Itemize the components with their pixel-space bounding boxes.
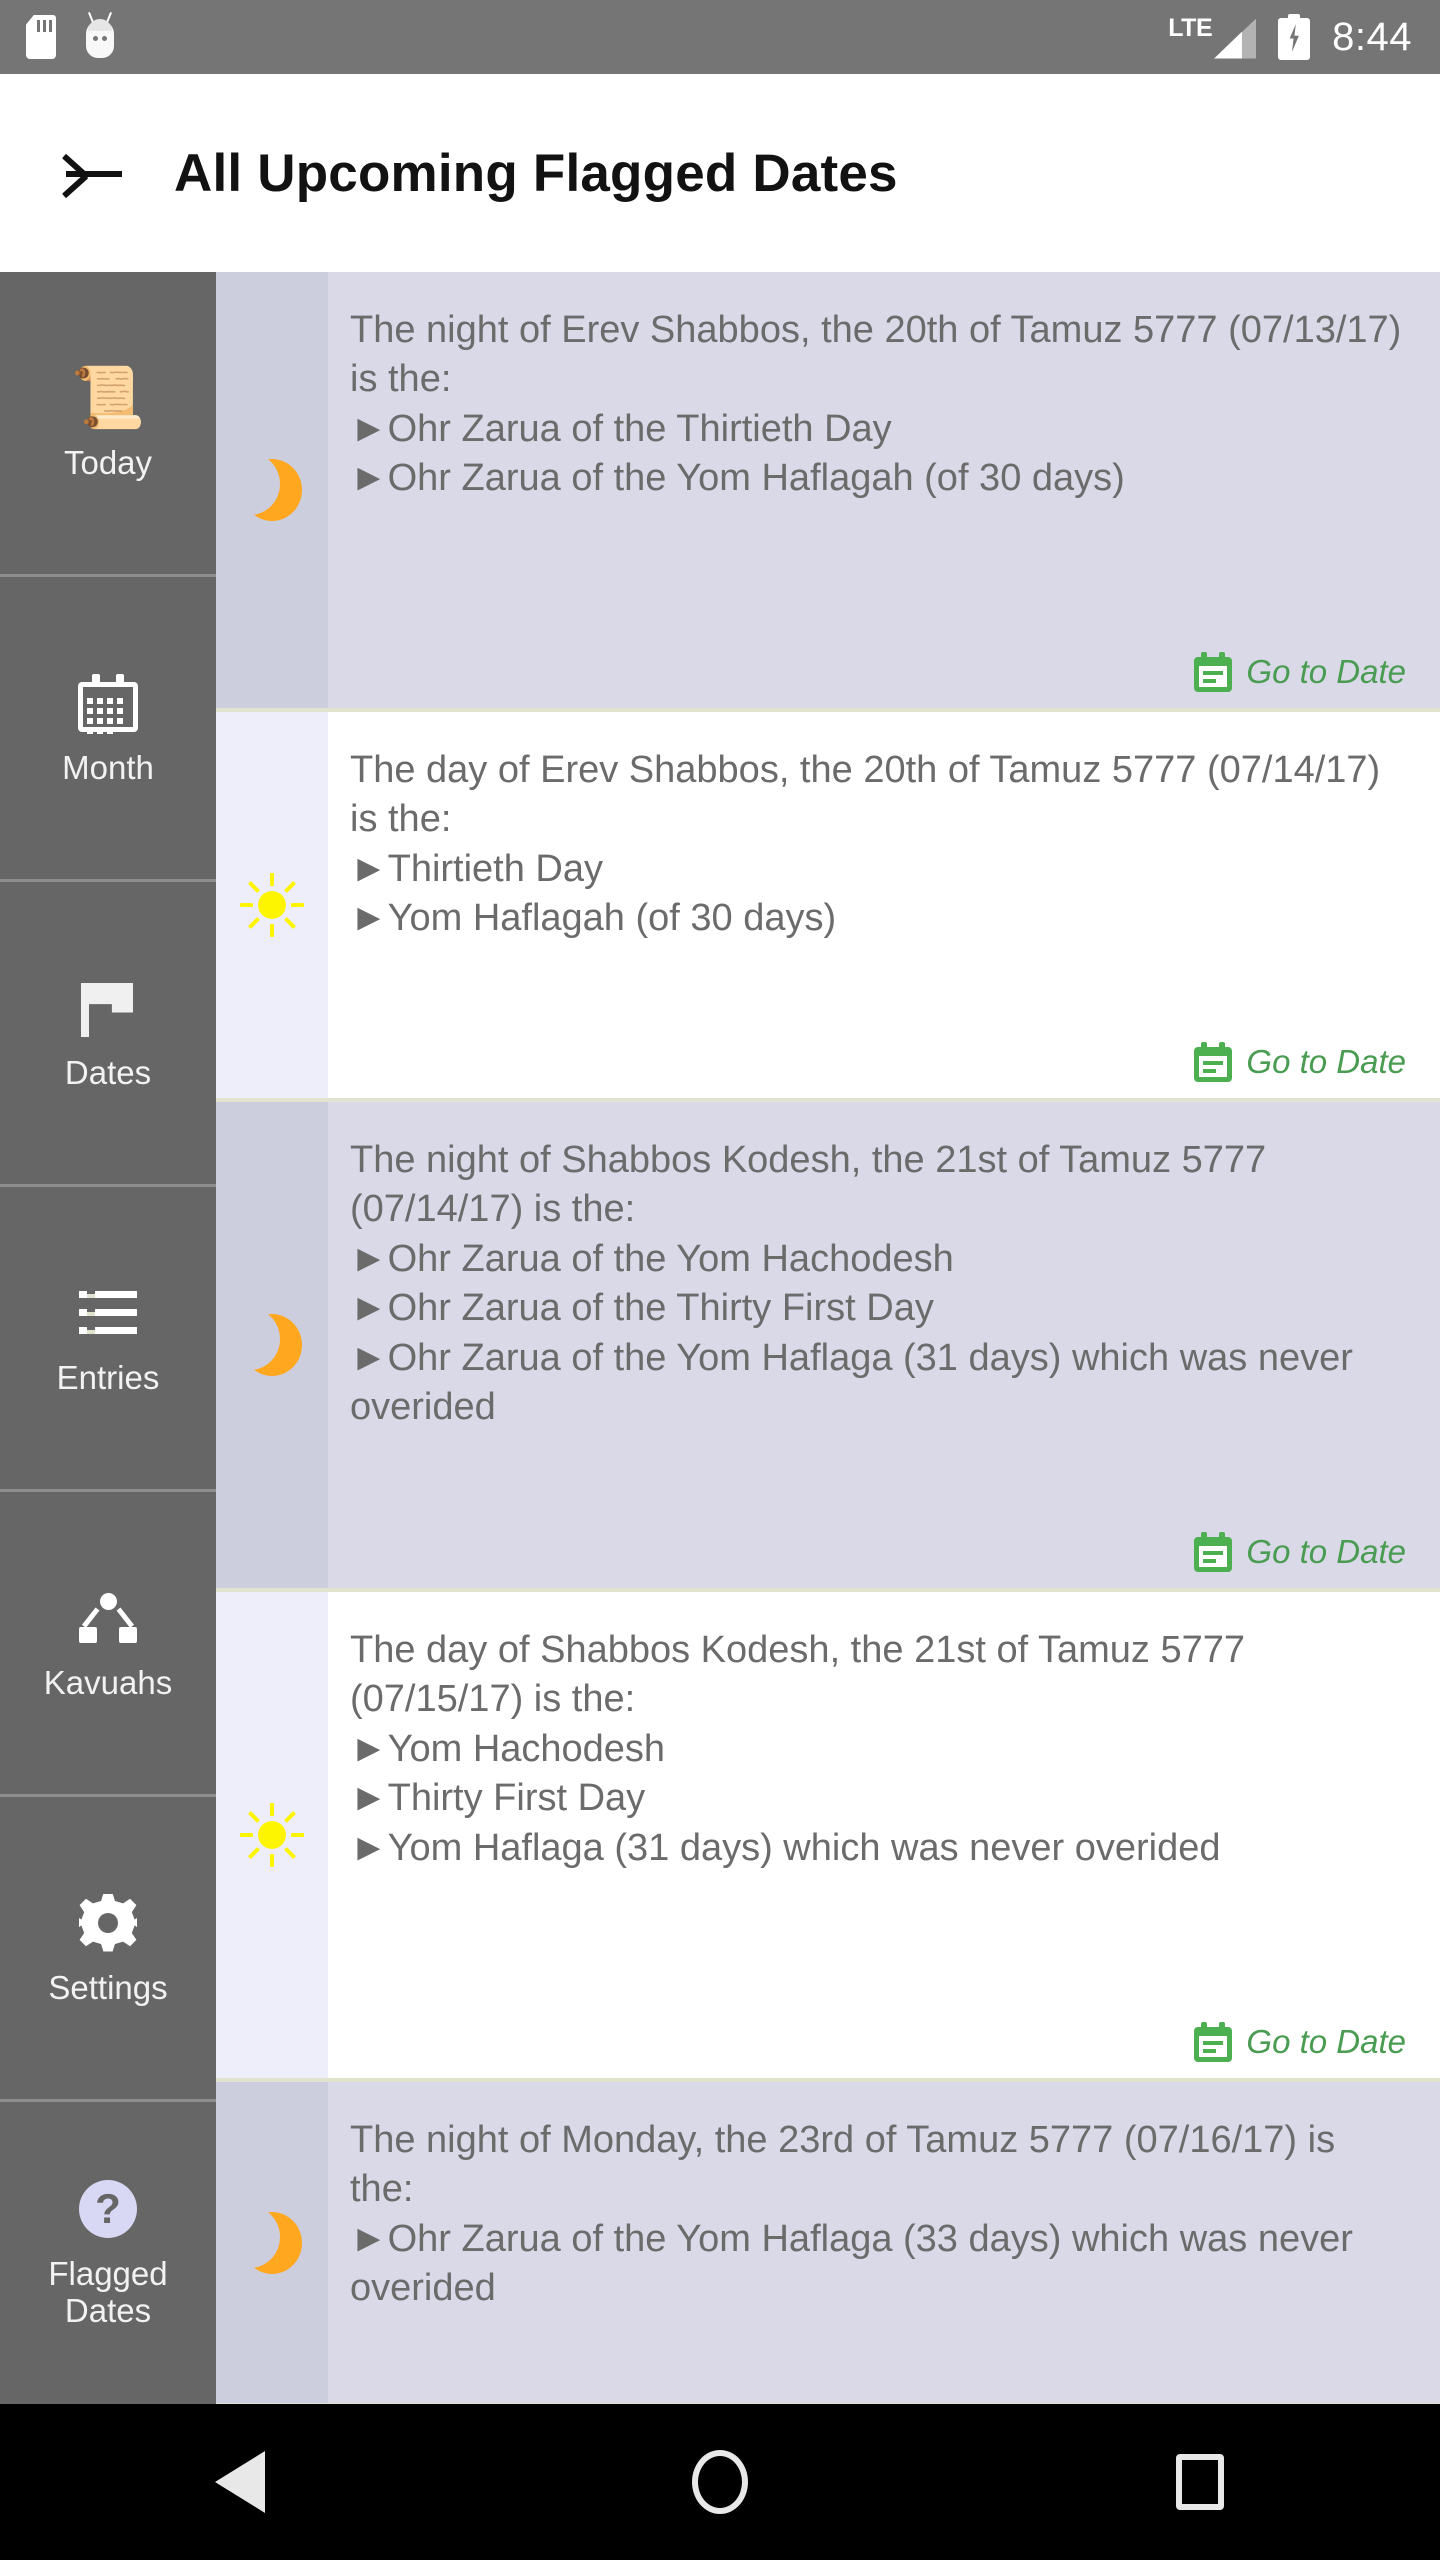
calendar-goto-icon — [1194, 1042, 1233, 1082]
sidebar-item-kavuahs[interactable]: Kavuahs — [0, 1492, 216, 1797]
sidebar-item-settings[interactable]: Settings — [0, 1797, 216, 2102]
list-icon — [79, 1290, 137, 1335]
go-to-date-button[interactable]: Go to Date — [1194, 2006, 1406, 2062]
moon-icon — [220, 453, 302, 521]
calendar-goto-icon — [1194, 1532, 1233, 1572]
moon-icon — [220, 2205, 302, 2274]
android-head-icon — [84, 12, 116, 60]
calendar-icon — [78, 673, 138, 734]
flagged-date-row[interactable]: The day of Shabbos Kodesh, the 21st of T… — [216, 1592, 1440, 2082]
back-arrow-icon[interactable] — [60, 147, 122, 199]
battery-charging-icon — [1278, 14, 1311, 60]
status-bar: LTE 8:44 — [0, 0, 1440, 74]
flagged-date-cell: The day of Erev Shabbos, the 20th of Tam… — [328, 712, 1440, 1098]
flagged-date-row[interactable]: The night of Shabbos Kodesh, the 21st of… — [216, 1102, 1440, 1592]
flagged-date-text: The night of Monday, the 23rd of Tamuz 5… — [350, 2119, 1353, 2310]
hierarchy-icon — [79, 1592, 137, 1643]
flagged-date-cell: The night of Erev Shabbos, the 20th of T… — [328, 272, 1440, 708]
flagged-date-row[interactable]: The day of Erev Shabbos, the 20th of Tam… — [216, 712, 1440, 1102]
flagged-date-cell: The night of Shabbos Kodesh, the 21st of… — [328, 1102, 1440, 1588]
sidebar-item-label: Month — [62, 748, 154, 786]
network-type-label: LTE — [1168, 13, 1213, 42]
nav-home-icon[interactable] — [645, 2432, 795, 2532]
content-area: 📜 Today Month Dates Entries Kavuahs Sett… — [0, 272, 1440, 2404]
flagged-date-text: The night of Shabbos Kodesh, the 21st of… — [350, 1139, 1353, 1428]
nav-recents-icon[interactable] — [1125, 2432, 1275, 2532]
period-icon-gutter — [216, 2082, 328, 2403]
period-icon-gutter — [216, 1102, 328, 1588]
flagged-date-row[interactable]: The night of Erev Shabbos, the 20th of T… — [216, 272, 1440, 712]
signal-icon: LTE — [1168, 13, 1257, 59]
sun-icon — [240, 873, 304, 937]
flagged-date-text: The night of Erev Shabbos, the 20th of T… — [350, 309, 1402, 500]
sidebar-item-today[interactable]: 📜 Today — [0, 272, 216, 577]
app-bar: All Upcoming Flagged Dates — [0, 74, 1440, 272]
gear-icon — [79, 1893, 137, 1952]
sun-icon — [240, 1803, 304, 1867]
flagged-date-cell: The night of Monday, the 23rd of Tamuz 5… — [328, 2082, 1440, 2403]
flagged-date-cell: The day of Shabbos Kodesh, the 21st of T… — [328, 1592, 1440, 2078]
go-to-date-button[interactable]: Go to Date — [1194, 636, 1406, 692]
sidebar-item-flagged-dates[interactable]: ? Flagged Dates — [0, 2102, 216, 2404]
moon-icon — [220, 1308, 302, 1376]
calendar-goto-icon — [1194, 652, 1233, 692]
sidebar-item-label: Entries — [56, 1358, 160, 1396]
status-bar-left — [0, 12, 116, 60]
flagged-date-text: The day of Shabbos Kodesh, the 21st of T… — [350, 1629, 1246, 1869]
sidebar-item-label: Dates — [64, 1053, 152, 1091]
scroll-icon: 📜 — [70, 363, 146, 431]
sidebar-item-dates[interactable]: Dates — [0, 882, 216, 1187]
sidebar-item-entries[interactable]: Entries — [0, 1187, 216, 1492]
period-icon-gutter — [216, 1592, 328, 2078]
calendar-goto-icon — [1194, 2022, 1233, 2062]
flag-icon — [81, 979, 135, 1037]
sidebar-item-label: Kavuahs — [43, 1663, 173, 1701]
status-bar-right: LTE 8:44 — [1168, 14, 1440, 60]
android-nav-bar — [0, 2404, 1440, 2560]
sidebar-nav: 📜 Today Month Dates Entries Kavuahs Sett… — [0, 272, 216, 2404]
period-icon-gutter — [216, 272, 328, 708]
go-to-date-label: Go to Date — [1246, 1043, 1406, 1080]
go-to-date-label: Go to Date — [1246, 2023, 1406, 2060]
sidebar-item-month[interactable]: Month — [0, 577, 216, 882]
sd-card-icon — [26, 15, 56, 59]
go-to-date-label: Go to Date — [1246, 653, 1406, 690]
flagged-date-text: The day of Erev Shabbos, the 20th of Tam… — [350, 749, 1381, 940]
sidebar-item-label: Today — [63, 443, 153, 481]
go-to-date-button[interactable]: Go to Date — [1194, 1516, 1406, 1572]
sidebar-item-label: Settings — [48, 1968, 168, 2006]
question-circle-icon: ? — [79, 2180, 137, 2239]
nav-back-icon[interactable] — [165, 2432, 315, 2532]
period-icon-gutter — [216, 712, 328, 1098]
page-title: All Upcoming Flagged Dates — [174, 143, 898, 203]
flagged-dates-list[interactable]: The night of Erev Shabbos, the 20th of T… — [216, 272, 1440, 2404]
status-bar-clock: 8:44 — [1332, 14, 1412, 59]
go-to-date-button[interactable]: Go to Date — [1194, 1026, 1406, 1082]
sidebar-item-label: Flagged Dates — [48, 2255, 168, 2329]
go-to-date-label: Go to Date — [1246, 1533, 1406, 1570]
flagged-date-row[interactable]: The night of Monday, the 23rd of Tamuz 5… — [216, 2082, 1440, 2404]
